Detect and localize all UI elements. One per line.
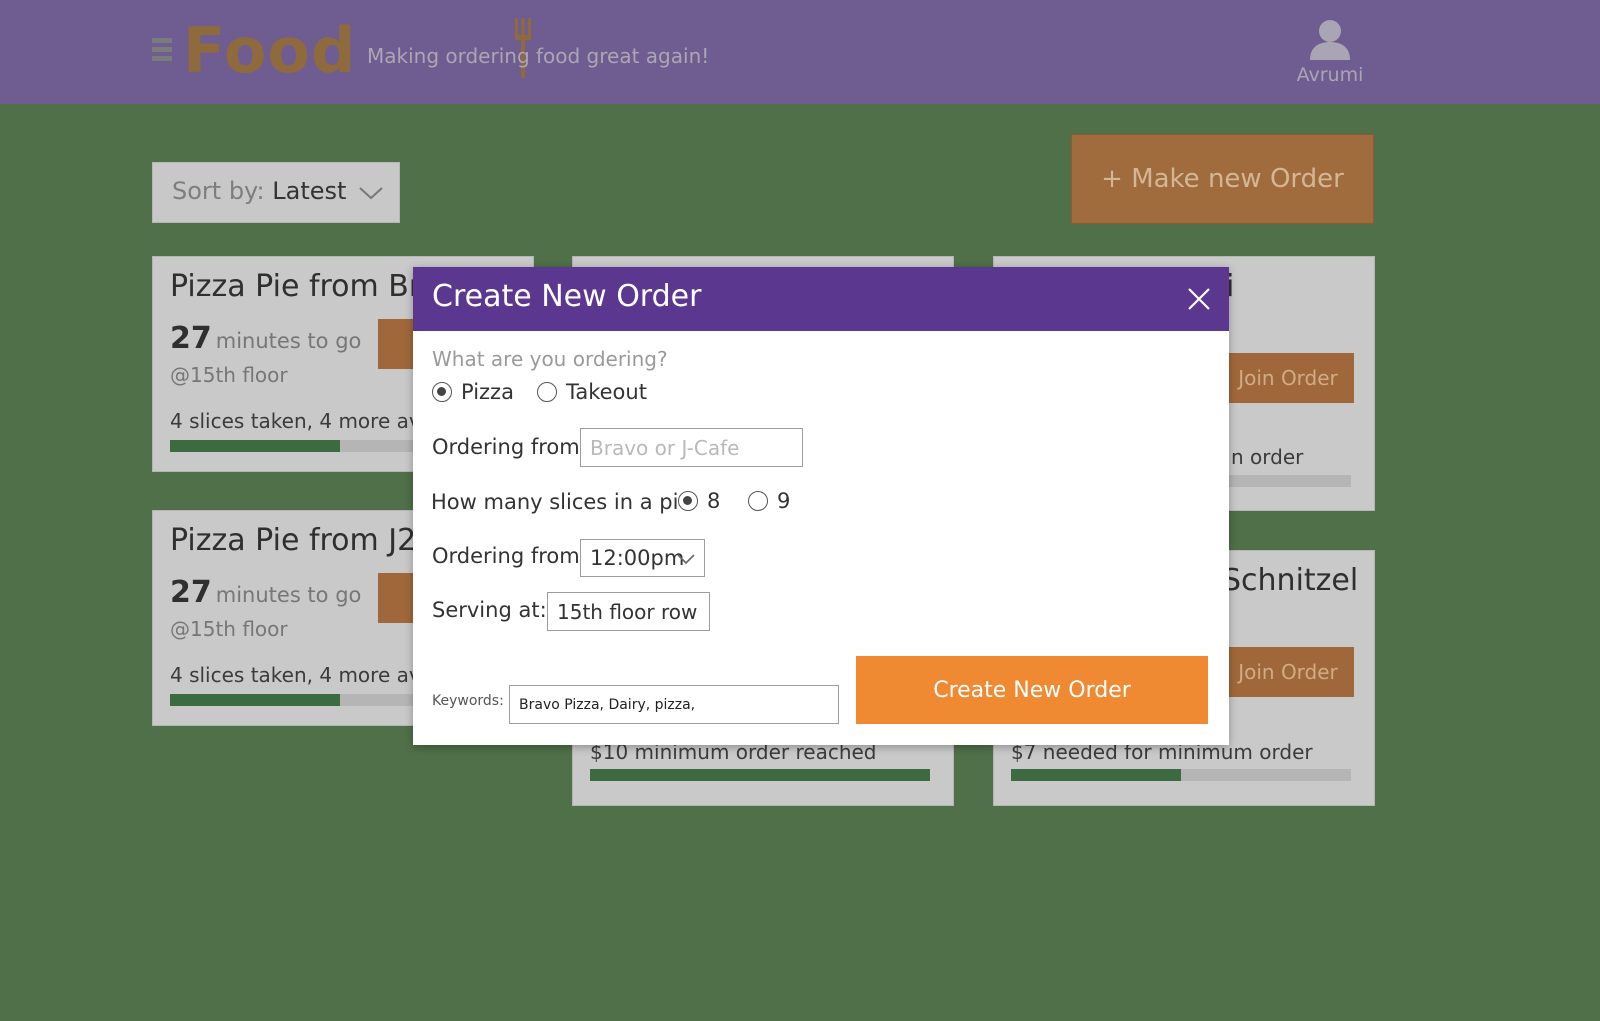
card-title: Pizza Pie from J2 [170,523,417,558]
join-order-button[interactable]: Join Order [1222,353,1354,403]
dialog-title: Create New Order [432,279,702,314]
progress-fill [590,769,930,781]
user-name: Avrumi [1296,64,1364,86]
minutes-count: 27 [170,575,212,610]
create-order-button[interactable]: Create New Order [856,656,1208,724]
order-type-question: What are you ordering? [432,347,668,371]
tagline: Making ordering food great again! [367,44,710,68]
progress-bar [1011,769,1351,781]
logo-text: Food [183,14,357,87]
sort-dropdown[interactable]: Sort by: Latest [152,162,400,223]
minutes-label: minutes to go [215,329,362,353]
join-order-button[interactable]: Join Order [1222,647,1354,697]
menu-icon[interactable] [152,38,172,64]
minutes-label: minutes to go [215,583,362,607]
radio-takeout-label: Takeout [566,380,647,404]
ordering-from-label: Ordering from: [432,435,587,459]
card-title: Schnitzel [1222,563,1359,598]
make-new-order-button[interactable]: + Make new Order [1071,134,1374,224]
time-value: 12:00pm [590,546,685,570]
radio-slices-8[interactable]: 8 [678,489,720,513]
keywords-label: Keywords: [432,693,504,709]
ordering-from-input[interactable] [580,428,803,467]
create-order-dialog: Create New Order What are you ordering? … [413,267,1229,745]
sort-label: Sort by: Latest [172,177,346,205]
radio-slices-9[interactable]: 9 [748,489,790,513]
user-menu[interactable]: Avrumi [1290,18,1370,86]
chevron-down-icon [359,187,383,200]
logo[interactable]: Food [183,14,531,87]
time-select[interactable]: 12:00pm [580,539,705,577]
card-title: Pizza Pie from Bra [170,269,440,304]
minutes-count: 27 [170,321,212,356]
dialog-header: Create New Order [413,267,1229,331]
progress-fill [1011,769,1181,781]
radio-pizza-label: Pizza [461,380,514,404]
keywords-input[interactable] [509,685,839,724]
card-status: 4 slices taken, 4 more avai [170,663,439,687]
card-location: @15th floor [170,617,288,641]
progress-fill [170,694,340,706]
slices-label: How many slices in a pie [431,490,692,514]
radio-slices-8-label: 8 [707,489,721,513]
card-status: 4 slices taken, 4 more avai [170,409,439,433]
radio-pizza[interactable]: Pizza [432,380,514,404]
radio-takeout-control[interactable] [537,382,557,402]
app-header: Food Making ordering food great again! A… [0,0,1600,104]
time-label: Ordering from: [432,544,587,568]
sort-prefix: Sort by: [172,177,265,205]
radio-takeout[interactable]: Takeout [537,380,647,404]
close-icon[interactable] [1185,285,1213,313]
serving-label: Serving at: [432,598,547,622]
radio-slices-9-control[interactable] [748,491,768,511]
card-location: @15th floor [170,363,288,387]
radio-pizza-control[interactable] [432,382,452,402]
card-status: n order [1231,445,1304,469]
serving-input[interactable] [547,592,710,631]
user-icon [1310,20,1350,60]
radio-slices-9-label: 9 [777,489,791,513]
radio-slices-8-control[interactable] [678,491,698,511]
chevron-down-icon [677,554,695,564]
card-timer: 27 minutes to go [170,321,361,356]
card-timer: 27 minutes to go [170,575,361,610]
sort-value: Latest [272,177,347,205]
progress-bar [590,769,930,781]
progress-fill [170,440,340,452]
